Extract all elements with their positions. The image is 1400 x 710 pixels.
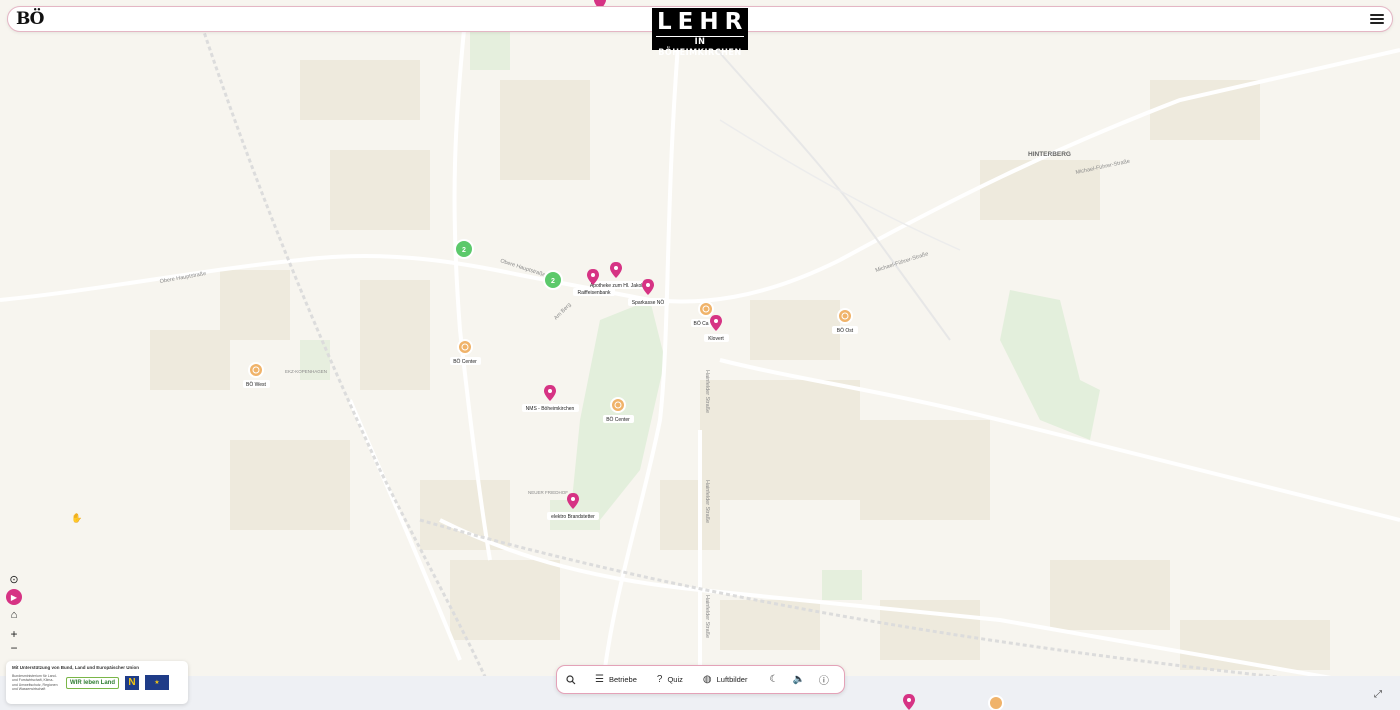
search-button[interactable] xyxy=(566,674,576,685)
noe-logo: N xyxy=(125,675,139,690)
place-label: NMS - Böheimkirchen xyxy=(522,404,579,412)
info-button[interactable]: ⓘ xyxy=(819,672,829,687)
hand-cursor-icon: ✋ xyxy=(71,513,83,523)
svg-text:NMS - Böheimkirchen: NMS - Böheimkirchen xyxy=(526,406,575,412)
globe-icon: ◍ xyxy=(702,674,712,685)
svg-text:BÖ Center: BÖ Center xyxy=(606,416,630,423)
place-label: BÖ Ost xyxy=(832,326,858,334)
cluster-marker[interactable]: 2 xyxy=(454,239,474,259)
hamburger-menu-icon[interactable] xyxy=(1370,12,1384,26)
brand-subtitle: IN BÖHEIMKIRCHEN xyxy=(656,36,744,59)
lehre-brand-logo[interactable]: LEHRE IN BÖHEIMKIRCHEN xyxy=(652,8,771,58)
quiz-button[interactable]: ? Quiz xyxy=(657,674,683,685)
bottom-toolbar: ☰ Betriebe ? Quiz ◍ Luftbilder ☾ 🔈 ⓘ xyxy=(556,665,845,694)
locality-label: HINTERBERG xyxy=(1028,151,1071,158)
play-icon[interactable]: ▶ xyxy=(6,589,22,605)
sound-button[interactable]: 🔈 xyxy=(792,674,804,685)
street-label: Hainfelder Straße xyxy=(704,480,710,523)
svg-text:BÖ Ost: BÖ Ost xyxy=(837,327,854,334)
svg-text:BÖ Ca: BÖ Ca xyxy=(693,320,708,327)
fullscreen-icon[interactable]: ⤢ xyxy=(1374,689,1386,701)
list-icon: ☰ xyxy=(595,674,604,685)
betriebe-label: Betriebe xyxy=(608,675,637,684)
place-label: Apotheke zum Hl. Jakob xyxy=(590,281,644,289)
cluster-count: 2 xyxy=(462,247,466,254)
dark-mode-button[interactable]: ☾ xyxy=(769,674,778,685)
bo-logo[interactable]: BÖ xyxy=(16,9,44,29)
cluster-count: 2 xyxy=(551,278,555,285)
locate-icon[interactable]: ⊙ xyxy=(6,571,22,587)
place-label: BÖ Center xyxy=(603,415,634,423)
place-label: Klovert xyxy=(704,334,729,342)
brand-title: LEHRE xyxy=(657,9,771,35)
quiz-label: Quiz xyxy=(667,675,683,684)
wir-leben-land-logo: WIR leben Land xyxy=(66,676,119,689)
sound-icon: 🔈 xyxy=(792,674,805,685)
ministry-logo: Bundesministerium für Land- und Forstwir… xyxy=(12,674,58,691)
sponsor-box: Mit Unterstützung von Bund, Land und Eur… xyxy=(6,661,188,704)
home-icon[interactable]: ⌂ xyxy=(6,607,22,623)
svg-text:elektro Brandstetter: elektro Brandstetter xyxy=(551,514,595,520)
moon-icon: ☾ xyxy=(769,674,779,685)
svg-text:BÖ West: BÖ West xyxy=(246,381,267,388)
street-label: EKZ-KOPENHAGEN xyxy=(285,369,327,374)
luftbilder-label: Luftbilder xyxy=(716,675,748,684)
center-marker[interactable] xyxy=(988,695,1004,710)
map-canvas[interactable]: Obere Hauptstraße Obere Hauptstraße Mich… xyxy=(0,0,1400,710)
cluster-marker[interactable]: 2 xyxy=(543,270,563,290)
center-marker[interactable] xyxy=(610,397,626,413)
place-label: BÖ West xyxy=(243,380,270,388)
sponsor-title: Mit Unterstützung von Bund, Land und Eur… xyxy=(12,665,139,670)
center-marker[interactable] xyxy=(698,301,714,317)
center-marker[interactable] xyxy=(457,339,473,355)
betriebe-button[interactable]: ☰ Betriebe xyxy=(595,674,637,685)
center-marker[interactable] xyxy=(837,308,853,324)
street-label: Hainfelder Straße xyxy=(704,595,710,638)
svg-text:Klovert: Klovert xyxy=(708,336,724,342)
place-label: Sparkasse NÖ xyxy=(628,298,669,306)
street-label: NEUER FRIEDHOF xyxy=(528,490,568,495)
svg-text:Raiffeisenbank: Raiffeisenbank xyxy=(578,290,611,296)
svg-text:Sparkasse NÖ: Sparkasse NÖ xyxy=(632,299,665,306)
luftbilder-button[interactable]: ◍ Luftbilder xyxy=(703,674,748,685)
info-icon: ⓘ xyxy=(818,676,829,687)
eu-flag-icon: ★ xyxy=(145,675,169,691)
svg-text:BÖ Center: BÖ Center xyxy=(453,358,477,365)
search-icon xyxy=(566,674,576,684)
street-label: Hainfelder Straße xyxy=(704,370,710,413)
center-marker[interactable] xyxy=(248,362,264,378)
place-label: BÖ Center xyxy=(450,357,481,365)
place-label: elektro Brandstetter xyxy=(547,512,599,520)
place-label: Raiffeisenbank xyxy=(573,288,615,296)
place-label: BÖ Ca xyxy=(691,319,712,327)
question-icon: ? xyxy=(656,674,663,685)
zoom-out-button[interactable]: − xyxy=(6,640,22,656)
